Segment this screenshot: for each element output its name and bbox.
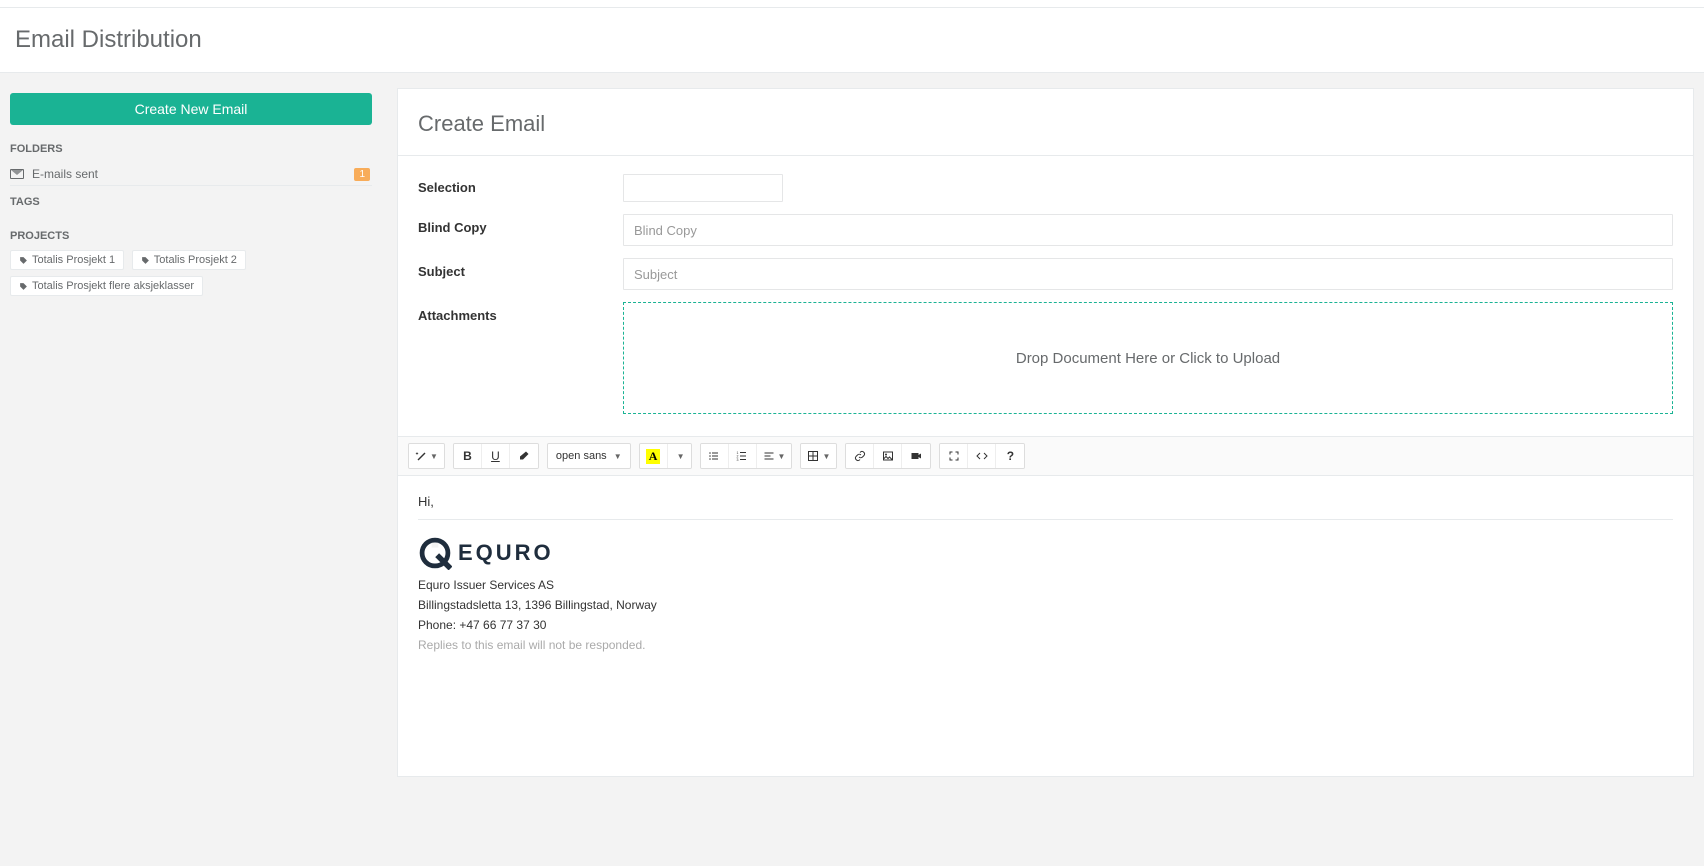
folders-heading: FOLDERS [10, 143, 372, 155]
align-icon [763, 450, 775, 462]
project-tag-label: Totalis Prosjekt flere aksjeklasser [32, 280, 194, 292]
underline-button[interactable]: U [482, 444, 510, 468]
create-email-panel: Create Email Selection Blind Copy Subjec… [397, 88, 1694, 777]
font-color-icon: A [646, 449, 661, 464]
project-tag[interactable]: Totalis Prosjekt 2 [132, 250, 246, 270]
selection-label: Selection [418, 174, 623, 195]
panel-header: Create Email [398, 89, 1693, 156]
selection-input[interactable] [623, 174, 783, 202]
project-tag[interactable]: Totalis Prosjekt flere aksjeklasser [10, 276, 203, 296]
folder-emails-sent[interactable]: E-mails sent 1 [10, 163, 372, 186]
chevron-down-icon: ▼ [430, 452, 438, 461]
editor: ▼ B U open sans ▼ [398, 436, 1693, 776]
envelope-icon [10, 169, 24, 179]
codeview-button[interactable] [968, 444, 996, 468]
video-icon [910, 450, 922, 462]
folder-label: E-mails sent [32, 167, 98, 181]
unordered-list-button[interactable] [701, 444, 729, 468]
tags-heading: TAGS [10, 196, 372, 208]
page-header: Email Distribution [0, 8, 1704, 73]
magic-button[interactable]: ▼ [409, 444, 444, 468]
signature-company: Equro Issuer Services AS [418, 578, 1673, 592]
table-button[interactable]: ▼ [801, 444, 836, 468]
separator [418, 519, 1673, 520]
attachments-dropzone[interactable]: Drop Document Here or Click to Upload [623, 302, 1673, 414]
tag-icon [141, 256, 150, 265]
clear-format-button[interactable] [510, 444, 538, 468]
signature-address: Billingstadsletta 13, 1396 Billingstad, … [418, 598, 1673, 612]
blindcopy-label: Blind Copy [418, 214, 623, 235]
tag-icon [19, 256, 28, 265]
code-icon [976, 450, 988, 462]
equro-logo-icon [418, 536, 452, 570]
greeting-line: Hi, [418, 494, 1673, 509]
top-strip [0, 0, 1704, 8]
magic-wand-icon [415, 450, 427, 462]
image-icon [882, 450, 894, 462]
signature-disclaimer: Replies to this email will not be respon… [418, 638, 1673, 652]
folder-count-badge: 1 [354, 168, 370, 181]
picture-button[interactable] [874, 444, 902, 468]
chevron-down-icon: ▼ [677, 452, 685, 461]
svg-text:3: 3 [737, 458, 739, 462]
chevron-down-icon: ▼ [822, 452, 830, 461]
list-ol-icon: 123 [736, 450, 748, 462]
page-title: Email Distribution [15, 26, 1689, 54]
font-family-label: open sans [556, 450, 607, 462]
attachments-label: Attachments [418, 302, 623, 323]
main-content: Create Email Selection Blind Copy Subjec… [397, 88, 1694, 777]
dropzone-text: Drop Document Here or Click to Upload [1016, 350, 1280, 367]
panel-title: Create Email [418, 111, 1673, 137]
subject-label: Subject [418, 258, 623, 279]
list-ul-icon [708, 450, 720, 462]
subject-input[interactable] [623, 258, 1673, 290]
tag-icon [19, 282, 28, 291]
eraser-icon [518, 450, 530, 462]
video-button[interactable] [902, 444, 930, 468]
sidebar: Create New Email FOLDERS E-mails sent 1 … [10, 88, 382, 777]
projects-heading: PROJECTS [10, 230, 372, 242]
font-family-button[interactable]: open sans ▼ [548, 444, 630, 468]
ordered-list-button[interactable]: 123 [729, 444, 757, 468]
project-tag-label: Totalis Prosjekt 2 [154, 254, 237, 266]
font-color-button[interactable]: A [640, 444, 668, 468]
project-tag-label: Totalis Prosjekt 1 [32, 254, 115, 266]
signature-logo: EQURO [418, 536, 1673, 570]
editor-body[interactable]: Hi, EQURO Equro Issuer Services AS Billi… [398, 476, 1693, 776]
project-tag[interactable]: Totalis Prosjekt 1 [10, 250, 124, 270]
blindcopy-input[interactable] [623, 214, 1673, 246]
chevron-down-icon: ▼ [614, 452, 622, 461]
bold-button[interactable]: B [454, 444, 482, 468]
table-icon [807, 450, 819, 462]
logo-text: EQURO [458, 540, 554, 566]
chevron-down-icon: ▼ [778, 452, 786, 461]
link-icon [854, 450, 866, 462]
editor-toolbar: ▼ B U open sans ▼ [398, 437, 1693, 476]
project-tags: Totalis Prosjekt 1 Totalis Prosjekt 2 To… [10, 250, 372, 302]
link-button[interactable] [846, 444, 874, 468]
help-button[interactable]: ? [996, 444, 1024, 468]
font-color-more-button[interactable]: ▼ [668, 444, 691, 468]
fullscreen-icon [948, 450, 960, 462]
create-new-email-button[interactable]: Create New Email [10, 93, 372, 125]
signature-phone: Phone: +47 66 77 37 30 [418, 618, 1673, 632]
email-form: Selection Blind Copy Subject Attachments… [398, 156, 1693, 436]
paragraph-button[interactable]: ▼ [757, 444, 792, 468]
fullscreen-button[interactable] [940, 444, 968, 468]
